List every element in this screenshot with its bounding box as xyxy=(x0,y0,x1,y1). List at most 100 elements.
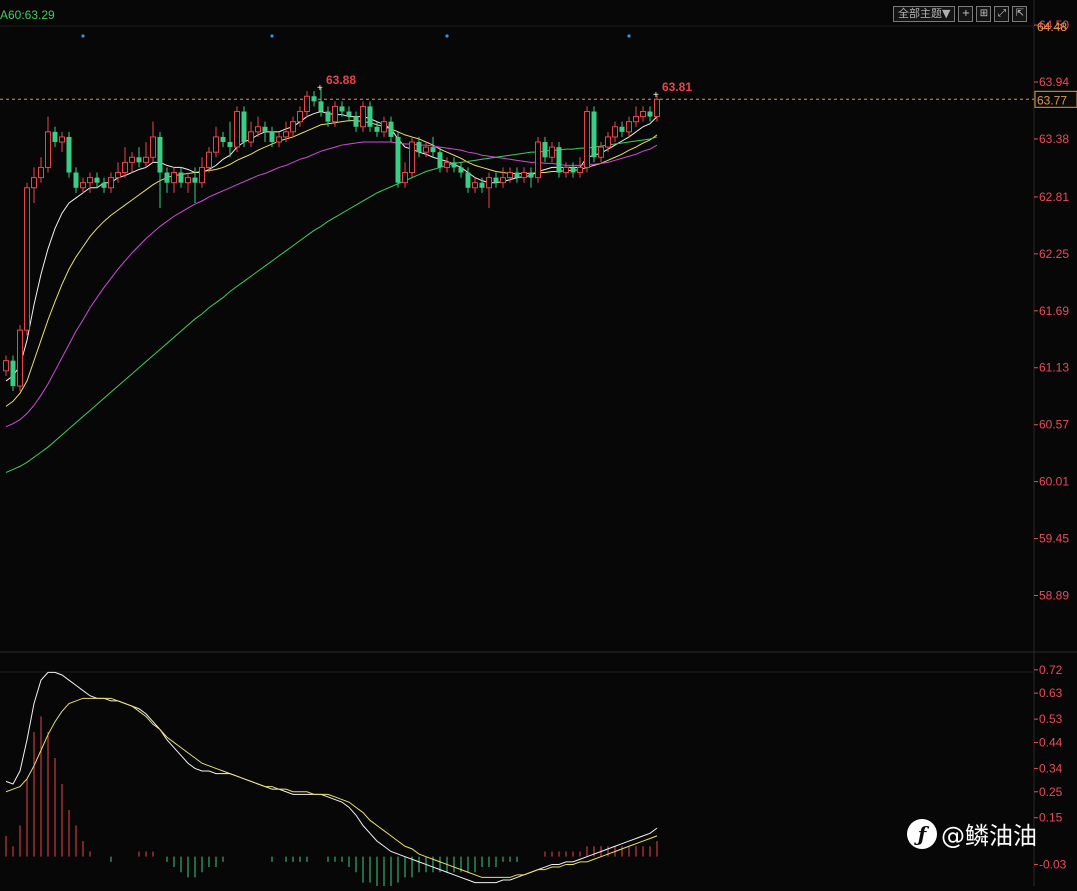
chart-stage: 64.50 63.94 63.38 62.81 62.25 61.69 61.13 60.57… xyxy=(0,0,1077,891)
candle-down xyxy=(73,172,79,188)
candle-down xyxy=(101,182,107,188)
candle-up xyxy=(654,98,660,118)
candle-down xyxy=(451,162,457,168)
candle-up xyxy=(486,177,492,189)
candle-down xyxy=(269,131,275,143)
candle-down xyxy=(164,172,170,183)
candle-down xyxy=(241,111,247,143)
candle-up xyxy=(150,136,156,158)
price-tick-label: 62.25 xyxy=(1039,247,1069,261)
candle-down xyxy=(262,126,268,132)
candle-down xyxy=(178,172,184,183)
candle-down xyxy=(619,126,625,132)
candle-up xyxy=(283,131,289,138)
candle-down xyxy=(465,172,471,188)
macd-tick-label: 0.63 xyxy=(1039,686,1063,700)
current-price-label: 63.77 xyxy=(1037,93,1067,107)
candle-up xyxy=(500,177,506,184)
signal-dot xyxy=(81,34,85,38)
macd-tick-label: 0.15 xyxy=(1039,811,1063,825)
candle-down xyxy=(479,182,485,188)
candle-down xyxy=(192,177,198,183)
price-tick-label: 63.38 xyxy=(1039,132,1069,146)
candle-up xyxy=(276,136,282,143)
signal-dot xyxy=(445,34,449,38)
candle-up xyxy=(472,182,478,189)
signal-dot xyxy=(627,34,631,38)
candle-down xyxy=(346,111,352,117)
candle-up xyxy=(535,141,541,179)
price-tick-label: 58.89 xyxy=(1039,589,1069,603)
watermark-text: @鳞油油 xyxy=(941,822,1037,850)
candle-down xyxy=(220,136,226,143)
top-price-label: 64.48 xyxy=(1037,20,1067,34)
candle-up xyxy=(59,136,65,143)
candle-down xyxy=(437,152,443,168)
candle-down xyxy=(94,177,100,183)
candle-up xyxy=(521,172,527,179)
watermark: ƒ @鳞油油 xyxy=(907,816,1037,851)
candle-up xyxy=(640,111,646,118)
candle-down xyxy=(514,172,520,178)
candle-up xyxy=(234,111,240,148)
candle-down xyxy=(374,126,380,132)
candle-down xyxy=(528,172,534,178)
high-annotation-label: 63.81 xyxy=(662,80,692,94)
candle-up xyxy=(297,111,303,123)
ma60-readout: A60:63.29 xyxy=(0,8,55,22)
candle-up xyxy=(612,126,618,138)
candle-up xyxy=(409,141,415,174)
candle-down xyxy=(542,142,548,158)
candle-up xyxy=(122,161,128,174)
candle-down xyxy=(318,101,324,112)
candle-down xyxy=(227,142,233,148)
candle-up xyxy=(24,187,30,331)
candle-down xyxy=(591,111,597,158)
candle-down xyxy=(458,167,464,173)
candle-down xyxy=(339,106,345,112)
candle-up xyxy=(129,156,135,163)
candle-up xyxy=(402,172,408,184)
candle-down xyxy=(66,136,72,173)
crosshair-icon[interactable]: + xyxy=(958,6,974,22)
price-tick-label: 60.57 xyxy=(1039,418,1069,432)
candle-up xyxy=(332,105,338,123)
chart-toolbar: 全部主题▼ + ⊞ ⤢ ⇱ xyxy=(893,6,1028,22)
candle-up xyxy=(563,166,569,174)
candle-up xyxy=(626,121,632,133)
candle-down xyxy=(157,136,163,173)
candle-up xyxy=(108,177,114,189)
candle-down xyxy=(647,111,653,117)
macd-dea-line xyxy=(5,697,658,878)
candle-up xyxy=(549,146,555,158)
expand-icon[interactable]: ⤢ xyxy=(994,6,1010,22)
price-tick-label: 59.45 xyxy=(1039,532,1069,546)
macd-tick-label: 0.53 xyxy=(1039,712,1063,726)
candle-up xyxy=(444,161,450,168)
candle-up xyxy=(17,329,23,387)
candle-down xyxy=(388,121,394,137)
candle-up xyxy=(31,177,37,189)
candle-up xyxy=(248,131,254,143)
theme-dropdown[interactable]: 全部主题▼ xyxy=(893,6,956,22)
candle-up xyxy=(143,156,149,163)
candle-up xyxy=(577,166,583,174)
price-tick-label: 62.81 xyxy=(1039,190,1069,204)
candle-up xyxy=(304,95,310,113)
candle-down xyxy=(430,147,436,153)
candle-up xyxy=(255,126,261,133)
candle-up xyxy=(38,166,44,179)
candle-up xyxy=(598,146,604,158)
price-tick-label: 60.01 xyxy=(1039,475,1069,489)
macd-tick-label: 0.44 xyxy=(1039,735,1063,749)
export-icon[interactable]: ⇱ xyxy=(1012,6,1028,22)
grid-icon[interactable]: ⊞ xyxy=(976,6,992,22)
stock-chart[interactable]: 64.5063.9463.3862.8162.2561.6961.1360.57… xyxy=(0,0,1077,891)
candle-up xyxy=(423,146,429,153)
price-tick-label: 63.94 xyxy=(1039,75,1069,89)
high-annotation-label: 63.88 xyxy=(326,73,356,87)
candle-down xyxy=(136,157,142,163)
candle-up xyxy=(584,111,590,168)
candle-up xyxy=(45,131,51,168)
candle-up xyxy=(3,360,9,372)
